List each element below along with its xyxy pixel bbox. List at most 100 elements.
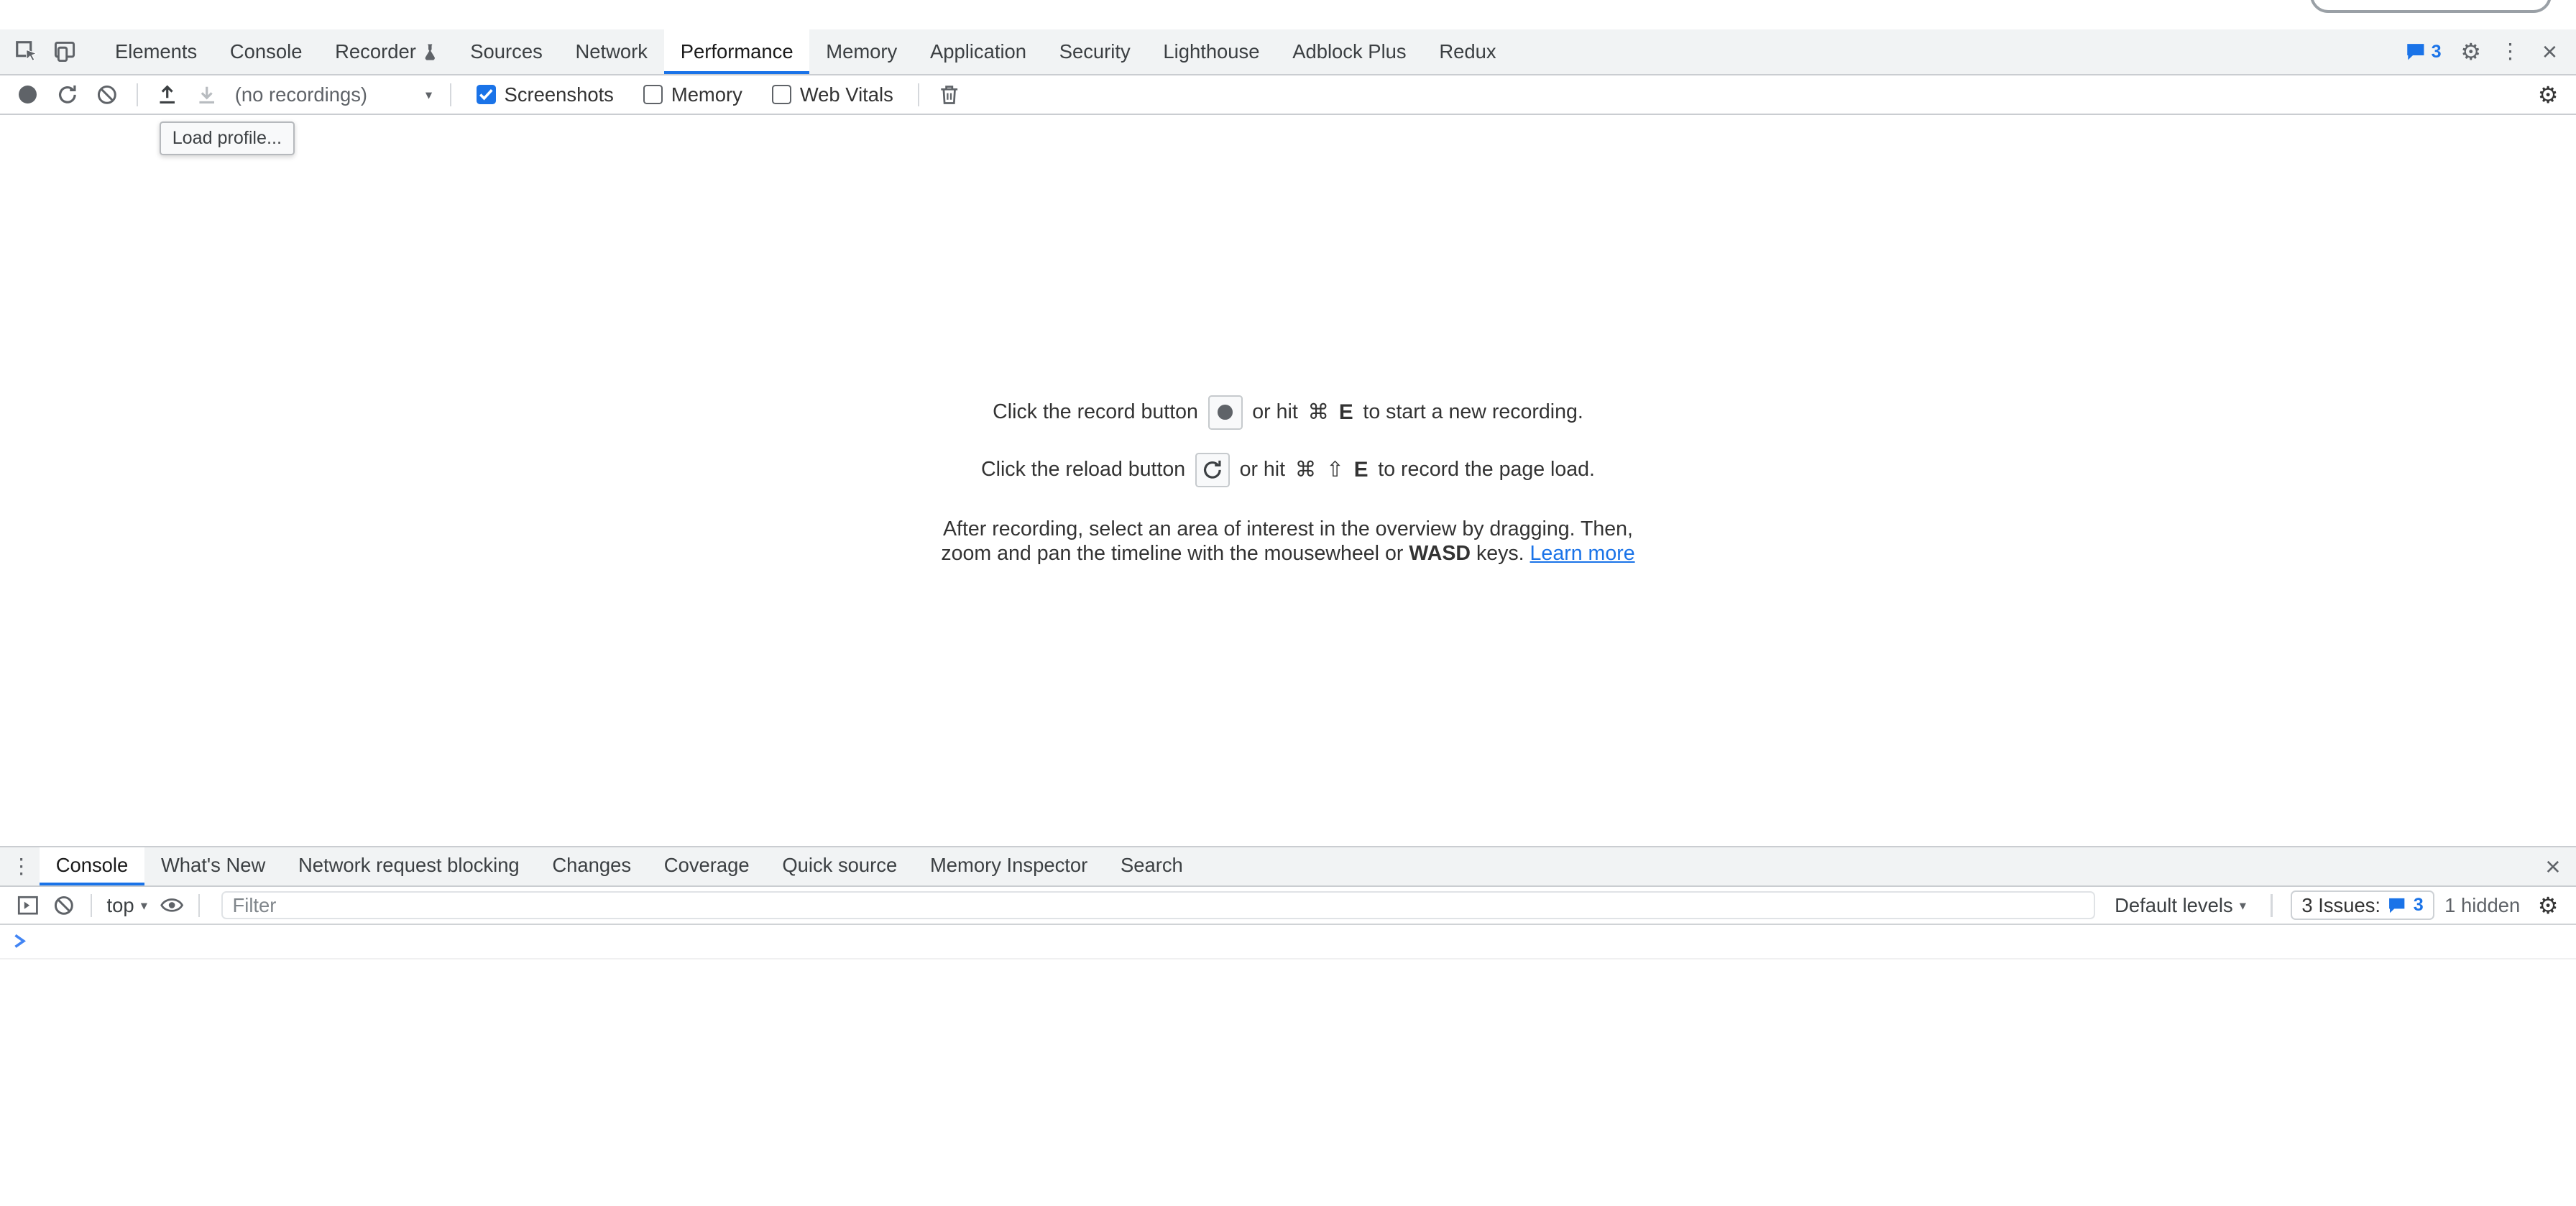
learn-more-link[interactable]: Learn more (1530, 542, 1635, 565)
checkbox-label: Web Vitals (800, 83, 893, 106)
tab-network[interactable]: Network (559, 29, 664, 74)
recordings-select[interactable]: (no recordings) ▾ (229, 83, 439, 106)
tab-application[interactable]: Application (914, 29, 1043, 74)
checkbox-label: Screenshots (505, 83, 614, 106)
chevron-down-icon: ▾ (141, 898, 147, 913)
log-levels-value: Default levels (2115, 894, 2233, 917)
tab-label: Search (1121, 854, 1183, 877)
console-sidebar-icon (17, 896, 39, 915)
clear-console-button[interactable] (46, 887, 82, 923)
tab-lighthouse[interactable]: Lighthouse (1147, 29, 1276, 74)
garbage-collect-button[interactable] (931, 76, 967, 112)
close-icon: × (2542, 37, 2557, 67)
gear-icon: ⚙ (2460, 40, 2481, 63)
tab-sources[interactable]: Sources (454, 29, 558, 74)
eye-icon (160, 897, 184, 913)
hint-text: zoom and pan the timeline with the mouse… (941, 542, 1403, 565)
tab-security[interactable]: Security (1043, 29, 1147, 74)
instruction-text: to record the page load. (1378, 458, 1595, 482)
shortcut-key: E (1354, 458, 1368, 482)
reload-and-record-button[interactable] (50, 76, 86, 112)
close-drawer-button[interactable]: × (2540, 847, 2576, 885)
drawer-tab-coverage[interactable]: Coverage (648, 847, 766, 885)
hint-text: After recording, select an area of inter… (943, 517, 1633, 540)
chevron-down-icon: ▾ (2240, 898, 2246, 913)
memory-checkbox[interactable]: Memory (630, 83, 755, 106)
drawer-tab-console[interactable]: Console (40, 847, 144, 885)
browser-popup-fragment (2310, 0, 2552, 13)
shortcut-key: E (1339, 400, 1353, 425)
console-input[interactable] (0, 925, 2576, 959)
load-profile-button[interactable] (150, 76, 185, 112)
toolbar-divider (450, 83, 451, 106)
close-devtools-button[interactable]: × (2530, 37, 2570, 67)
console-sidebar-toggle-button[interactable] (10, 887, 46, 923)
console-filter-input[interactable] (221, 891, 2095, 919)
issues-counter-button[interactable]: 3 (2395, 42, 2451, 63)
wasd-keys-text: WASD (1409, 542, 1471, 565)
capture-settings-button[interactable]: ⚙ (2530, 76, 2566, 112)
toolbar-divider (198, 894, 200, 917)
tabbar-right-cluster: 3 ⚙ ⋮ × (2395, 29, 2576, 74)
live-expression-button[interactable] (154, 887, 190, 923)
tab-label: Performance (681, 40, 794, 63)
issues-label: 3 Issues: (2301, 894, 2380, 917)
tab-label: Coverage (664, 854, 750, 877)
tab-label: Sources (470, 40, 543, 63)
clear-recordings-button[interactable] (88, 76, 124, 112)
console-settings-button[interactable]: ⚙ (2530, 887, 2566, 923)
record-button[interactable] (10, 76, 46, 112)
chevron-down-icon: ▾ (426, 87, 432, 103)
tab-redux[interactable]: Redux (1422, 29, 1512, 74)
toolbar-divider (918, 83, 919, 106)
drawer-tab-quick-source[interactable]: Quick source (765, 847, 914, 885)
javascript-context-dropdown[interactable]: top ▾ (100, 894, 154, 917)
tab-label: Console (230, 40, 303, 63)
issues-bubble-icon (2405, 42, 2426, 61)
issues-count: 3 (2414, 895, 2424, 916)
issues-bubble-icon (2387, 896, 2406, 914)
performance-toolbar: (no recordings) ▾ Screenshots Memory Web… (0, 75, 2576, 115)
tab-label: Network request blocking (298, 854, 520, 877)
console-toolbar: top ▾ Default levels ▾ 3 Issues: (0, 887, 2576, 925)
settings-gear-button[interactable]: ⚙ (2451, 40, 2490, 63)
toolbar-divider (91, 894, 92, 917)
console-issues-button[interactable]: 3 Issues: 3 (2291, 890, 2435, 920)
drawer-tabbar: ⋮ Console What's New Network request blo… (0, 846, 2576, 887)
drawer-tab-search[interactable]: Search (1104, 847, 1200, 885)
kebab-menu-icon: ⋮ (2500, 41, 2521, 63)
tab-label: Changes (552, 854, 631, 877)
instruction-text: or hit (1240, 458, 1286, 482)
recordings-select-value: (no recordings) (235, 83, 367, 106)
tab-elements[interactable]: Elements (98, 29, 213, 74)
checkbox-label: Memory (671, 83, 742, 106)
drawer-tab-whats-new[interactable]: What's New (144, 847, 282, 885)
drawer-tab-network-request-blocking[interactable]: Network request blocking (282, 847, 535, 885)
toolbar-divider (137, 83, 138, 106)
close-icon: × (2545, 852, 2560, 882)
hint-text: keys. (1476, 542, 1524, 565)
log-levels-dropdown[interactable]: Default levels ▾ (2108, 894, 2253, 917)
console-output-area[interactable] (0, 959, 2576, 1206)
load-profile-tooltip: Load profile... (160, 121, 295, 155)
drawer-menu-button[interactable]: ⋮ (4, 847, 40, 885)
issues-count: 3 (2432, 42, 2442, 63)
tab-console[interactable]: Console (213, 29, 318, 74)
web-vitals-checkbox[interactable]: Web Vitals (759, 83, 906, 106)
drawer-tab-memory-inspector[interactable]: Memory Inspector (914, 847, 1104, 885)
save-profile-button[interactable] (189, 76, 225, 112)
tab-memory[interactable]: Memory (809, 29, 914, 74)
console-toolbar-right: Default levels ▾ 3 Issues: 3 1 hidden ⚙ (2108, 887, 2566, 923)
drawer-tab-changes[interactable]: Changes (536, 847, 648, 885)
download-icon (197, 85, 216, 104)
tab-label: What's New (161, 854, 265, 877)
device-toolbar-button[interactable] (46, 29, 86, 74)
tab-recorder[interactable]: Recorder (318, 29, 454, 74)
inspect-element-button[interactable] (6, 29, 46, 74)
instruction-text: Click the record button (993, 400, 1198, 424)
tab-performance[interactable]: Performance (664, 29, 810, 74)
tab-label: Memory (826, 40, 897, 63)
screenshots-checkbox[interactable]: Screenshots (463, 83, 627, 106)
tab-adblock-plus[interactable]: Adblock Plus (1276, 29, 1422, 74)
more-options-button[interactable]: ⋮ (2490, 41, 2530, 63)
